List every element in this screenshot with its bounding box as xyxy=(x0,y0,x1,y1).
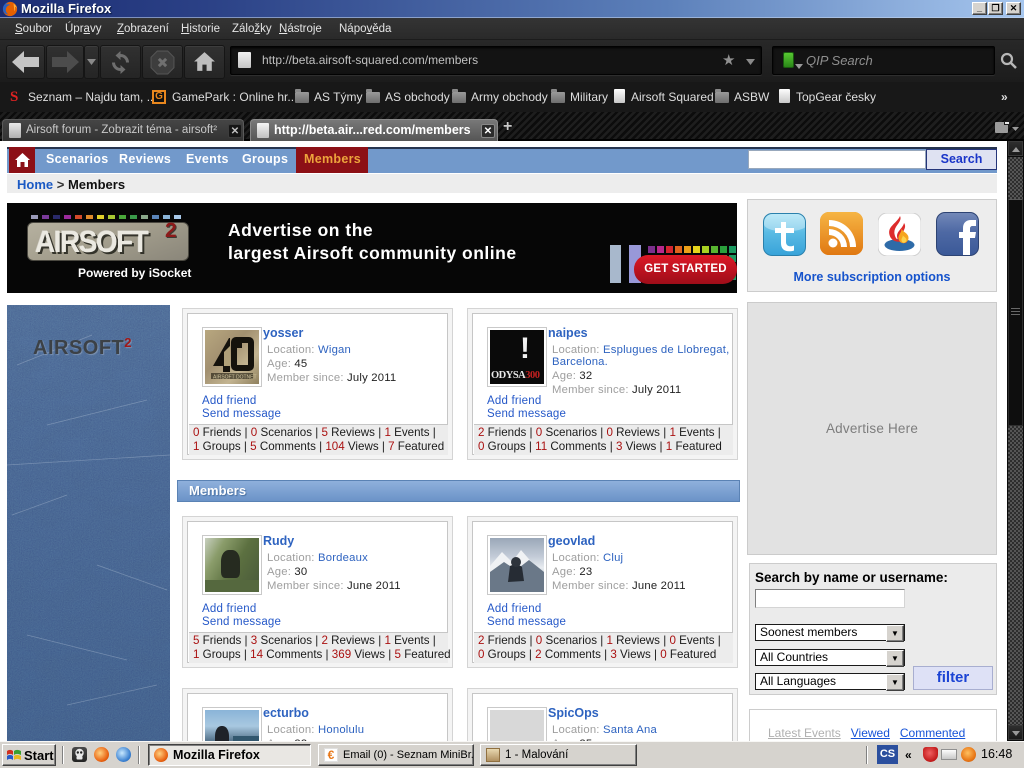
svg-text:AIRSOFT DOTNET: AIRSOFT DOTNET xyxy=(213,375,257,381)
